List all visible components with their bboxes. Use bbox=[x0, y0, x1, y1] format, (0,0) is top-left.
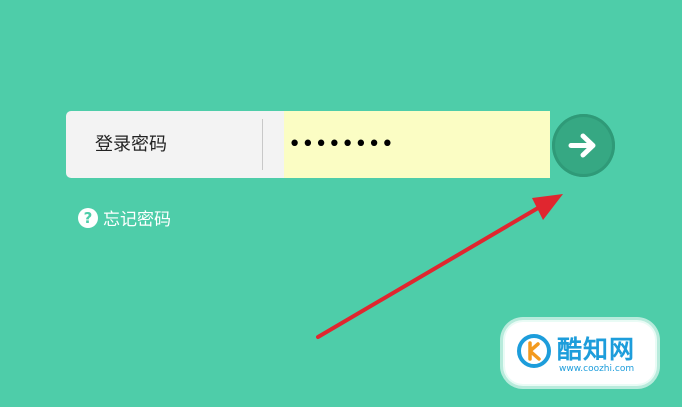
coozhi-logo-icon bbox=[517, 334, 551, 368]
watermark-name: 酷知网 bbox=[557, 335, 636, 364]
watermark: 酷知网 www.coozhi.com bbox=[505, 322, 655, 384]
watermark-url: www.coozhi.com bbox=[559, 364, 635, 374]
